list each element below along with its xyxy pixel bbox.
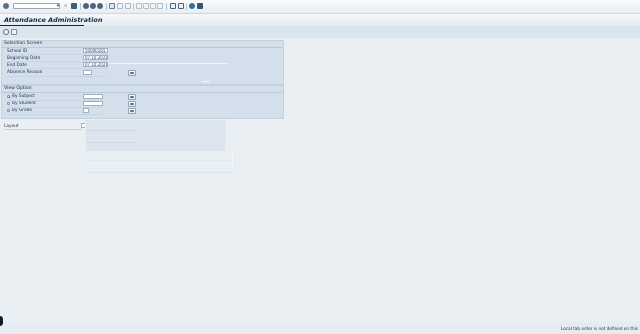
by-grade-label: By Grade: [12, 108, 32, 113]
help-icon[interactable]: [189, 3, 195, 9]
separator: [186, 3, 187, 10]
group-divider: [2, 92, 283, 93]
prev-page-icon[interactable]: [143, 3, 149, 9]
ghost-line: [108, 63, 228, 64]
save-icon[interactable]: [71, 3, 77, 9]
value-help-icon: [130, 96, 134, 98]
row-divider: [8, 68, 108, 69]
by-student-radio[interactable]: [7, 102, 10, 105]
ghost-line: [202, 81, 210, 82]
view-option-group: View Option By Subject By Student By Gra…: [1, 85, 284, 119]
execute-icon[interactable]: [3, 29, 9, 35]
by-student-label: By Student: [12, 101, 36, 106]
by-grade-value-help-button[interactable]: [128, 108, 136, 114]
application-toolbar: [0, 26, 640, 38]
separator: [106, 3, 107, 10]
by-subject-radio[interactable]: [7, 95, 10, 98]
by-grade-field[interactable]: [83, 108, 89, 113]
ghost-line: [86, 142, 136, 143]
by-grade-radio[interactable]: [7, 109, 10, 112]
shortcut-icon[interactable]: [178, 3, 184, 9]
row-divider: [8, 114, 103, 115]
separator: [133, 3, 134, 10]
value-help-icon: [130, 103, 134, 105]
value-help-icon: [130, 72, 134, 74]
by-subject-value-help-button[interactable]: [128, 94, 136, 100]
row-divider: [8, 54, 108, 55]
group-title: Selection Screen: [4, 41, 43, 46]
by-subject-field[interactable]: [83, 94, 103, 99]
find-next-icon[interactable]: [125, 3, 131, 9]
enter-icon[interactable]: [3, 3, 9, 9]
print-icon[interactable]: [109, 3, 115, 9]
last-page-icon[interactable]: [157, 3, 163, 9]
exit-icon[interactable]: [90, 3, 96, 9]
new-session-icon[interactable]: [170, 3, 176, 9]
back-arrows-icon[interactable]: «: [64, 3, 68, 9]
command-field[interactable]: [13, 3, 60, 9]
row-divider: [8, 76, 108, 77]
row-divider: [8, 61, 108, 62]
ghost-line: [86, 172, 234, 173]
find-icon[interactable]: [117, 3, 123, 9]
school-id-field[interactable]: 50000165: [83, 48, 108, 53]
system-toolbar: ▾ «: [0, 0, 640, 14]
beginning-date-field[interactable]: 07.10.2021: [83, 55, 108, 60]
status-bar: [0, 322, 640, 334]
separator: [166, 3, 167, 10]
separator: [80, 3, 81, 10]
by-student-value-help-button[interactable]: [128, 101, 136, 107]
cancel-icon[interactable]: [97, 3, 103, 9]
by-student-field[interactable]: [83, 101, 103, 106]
absence-reason-label: Absence Reason: [7, 70, 43, 75]
ghost-line: [232, 152, 233, 172]
ghost-line: [86, 160, 234, 161]
status-grip-icon[interactable]: [0, 316, 3, 326]
next-page-icon[interactable]: [150, 3, 156, 9]
page-title: Attendance Administration: [4, 16, 103, 24]
absence-reason-field[interactable]: [83, 70, 92, 75]
status-message: Local tab order is not defined on this: [560, 326, 638, 331]
first-page-icon[interactable]: [136, 3, 142, 9]
by-subject-label: By Subject: [12, 94, 35, 99]
value-help-icon: [130, 110, 134, 112]
residual-panel: [85, 119, 226, 152]
absence-reason-value-help-button[interactable]: [128, 70, 136, 76]
selection-screen-group: Selection Screen School ID 50000165 Begi…: [1, 40, 284, 85]
group-title: View Option: [4, 86, 32, 91]
variant-icon[interactable]: [11, 29, 17, 35]
customize-icon[interactable]: [197, 3, 203, 9]
row-divider: [8, 100, 103, 101]
layout-underline: [4, 129, 82, 130]
end-date-field[interactable]: 07.10.2021: [83, 62, 108, 67]
group-divider: [2, 47, 283, 48]
ghost-line: [86, 130, 136, 131]
command-dropdown-icon[interactable]: ▾: [55, 3, 61, 9]
row-divider: [8, 107, 103, 108]
back-icon[interactable]: [83, 3, 89, 9]
